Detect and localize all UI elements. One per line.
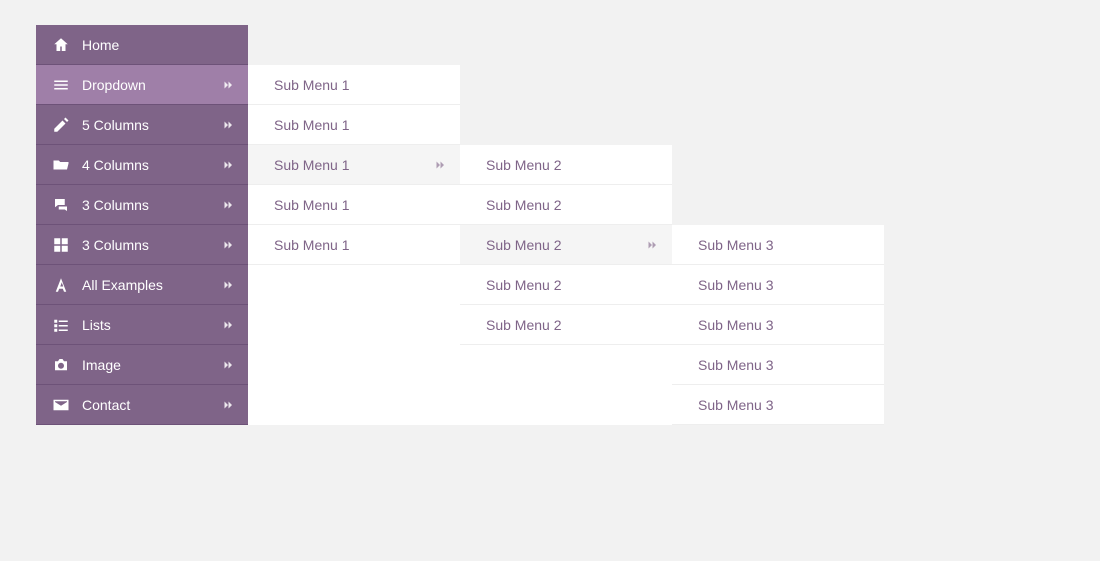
submenu-label: Sub Menu 3 xyxy=(698,317,774,333)
submenu-item[interactable]: Sub Menu 3 xyxy=(672,265,884,305)
chevron-double-right-icon xyxy=(222,159,234,171)
chevron-double-right-icon xyxy=(222,359,234,371)
submenu-level-1: Sub Menu 1 Sub Menu 1 Sub Menu 1 Sub Men… xyxy=(248,65,460,425)
submenu-label: Sub Menu 3 xyxy=(698,237,774,253)
folder-icon xyxy=(52,156,70,174)
submenu-item[interactable]: Sub Menu 1 xyxy=(248,65,460,105)
submenu-label: Sub Menu 1 xyxy=(274,117,350,133)
submenu-item[interactable]: Sub Menu 2 xyxy=(460,185,672,225)
envelope-icon xyxy=(52,396,70,414)
menu-item-home[interactable]: Home xyxy=(36,25,248,65)
chevron-double-right-icon xyxy=(222,279,234,291)
menu-item-image[interactable]: Image xyxy=(36,345,248,385)
menu-root: Home Dropdown 5 Columns 4 Columns 3 Colu… xyxy=(36,25,884,425)
menu-item-3-columns-b[interactable]: 3 Columns xyxy=(36,225,248,265)
home-icon xyxy=(52,36,70,54)
submenu-label: Sub Menu 2 xyxy=(486,317,562,333)
submenu-item[interactable]: Sub Menu 3 xyxy=(672,345,884,385)
submenu-item[interactable]: Sub Menu 1 xyxy=(248,145,460,185)
submenu-level-3: Sub Menu 3 Sub Menu 3 Sub Menu 3 Sub Men… xyxy=(672,225,884,425)
menu-item-4-columns[interactable]: 4 Columns xyxy=(36,145,248,185)
chevron-double-right-icon xyxy=(222,319,234,331)
chevron-double-right-icon xyxy=(646,239,658,251)
grid-icon xyxy=(52,236,70,254)
menu-item-dropdown[interactable]: Dropdown xyxy=(36,65,248,105)
chevron-double-right-icon xyxy=(434,159,446,171)
chevron-double-right-icon xyxy=(222,199,234,211)
submenu-label: Sub Menu 2 xyxy=(486,237,562,253)
menu-item-label: All Examples xyxy=(82,277,163,293)
menu-item-label: Contact xyxy=(82,397,130,413)
menu-item-5-columns[interactable]: 5 Columns xyxy=(36,105,248,145)
submenu-level-2: Sub Menu 2 Sub Menu 2 Sub Menu 2 Sub Men… xyxy=(460,145,672,425)
submenu-label: Sub Menu 1 xyxy=(274,157,350,173)
menu-item-lists[interactable]: Lists xyxy=(36,305,248,345)
submenu-label: Sub Menu 3 xyxy=(698,357,774,373)
submenu-label: Sub Menu 2 xyxy=(486,157,562,173)
menu-item-label: Image xyxy=(82,357,121,373)
submenu-label: Sub Menu 1 xyxy=(274,77,350,93)
menu-item-3-columns-a[interactable]: 3 Columns xyxy=(36,185,248,225)
menu-item-contact[interactable]: Contact xyxy=(36,385,248,425)
submenu-label: Sub Menu 2 xyxy=(486,197,562,213)
submenu-label: Sub Menu 1 xyxy=(274,197,350,213)
submenu-item[interactable]: Sub Menu 3 xyxy=(672,385,884,425)
submenu-label: Sub Menu 1 xyxy=(274,237,350,253)
submenu-item[interactable]: Sub Menu 2 xyxy=(460,305,672,345)
submenu-item[interactable]: Sub Menu 1 xyxy=(248,225,460,265)
camera-icon xyxy=(52,356,70,374)
font-icon xyxy=(52,276,70,294)
submenu-item[interactable]: Sub Menu 2 xyxy=(460,225,672,265)
menu-item-label: Dropdown xyxy=(82,77,146,93)
submenu-item[interactable]: Sub Menu 2 xyxy=(460,145,672,185)
submenu-item[interactable]: Sub Menu 1 xyxy=(248,105,460,145)
main-menu: Home Dropdown 5 Columns 4 Columns 3 Colu… xyxy=(36,25,248,425)
chevron-double-right-icon xyxy=(222,399,234,411)
submenu-item[interactable]: Sub Menu 1 xyxy=(248,185,460,225)
chevron-double-right-icon xyxy=(222,119,234,131)
submenu-label: Sub Menu 3 xyxy=(698,397,774,413)
menu-item-label: 3 Columns xyxy=(82,237,149,253)
submenu-item[interactable]: Sub Menu 2 xyxy=(460,265,672,305)
menu-item-all-examples[interactable]: All Examples xyxy=(36,265,248,305)
chevron-double-right-icon xyxy=(222,239,234,251)
bars-icon xyxy=(52,76,70,94)
submenu-label: Sub Menu 2 xyxy=(486,277,562,293)
menu-item-label: 5 Columns xyxy=(82,117,149,133)
menu-item-label: Lists xyxy=(82,317,111,333)
menu-item-label: 3 Columns xyxy=(82,197,149,213)
chevron-double-right-icon xyxy=(222,79,234,91)
list-icon xyxy=(52,316,70,334)
menu-item-label: 4 Columns xyxy=(82,157,149,173)
submenu-item[interactable]: Sub Menu 3 xyxy=(672,305,884,345)
submenu-item[interactable]: Sub Menu 3 xyxy=(672,225,884,265)
comments-icon xyxy=(52,196,70,214)
pencil-icon xyxy=(52,116,70,134)
menu-item-label: Home xyxy=(82,37,119,53)
submenu-label: Sub Menu 3 xyxy=(698,277,774,293)
